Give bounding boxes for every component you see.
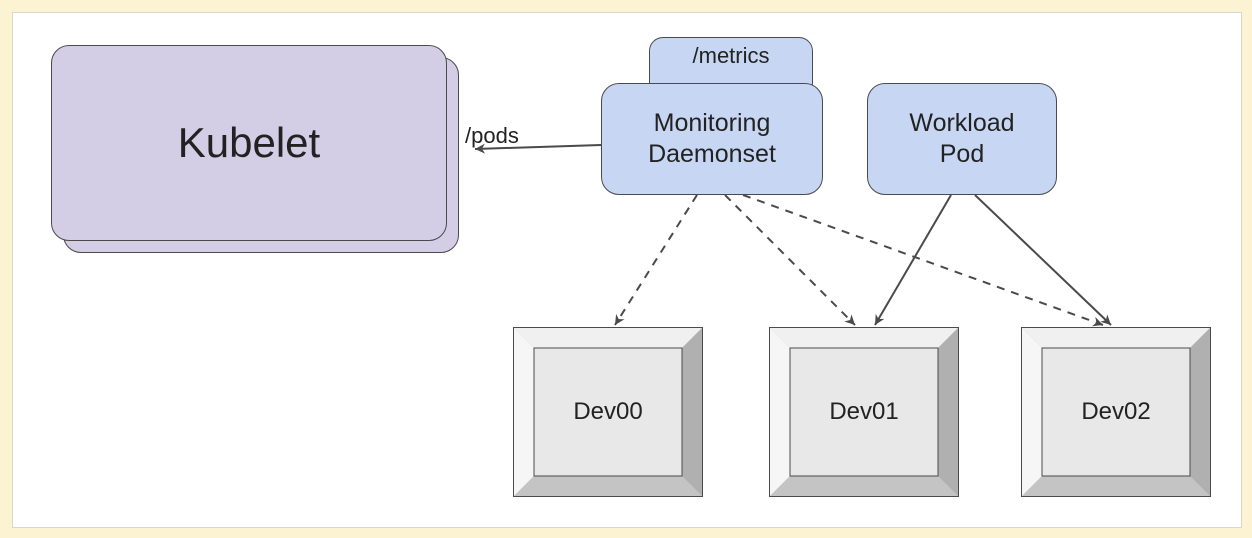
device-node-dev01: Dev01 bbox=[769, 327, 959, 497]
edge-monitoring-to-dev01 bbox=[725, 195, 855, 325]
metrics-endpoint-label: /metrics bbox=[693, 42, 770, 70]
device-node-dev00: Dev00 bbox=[513, 327, 703, 497]
device-label: Dev01 bbox=[829, 398, 898, 426]
workload-pod-label: Workload Pod bbox=[909, 108, 1014, 171]
device-label: Dev02 bbox=[1081, 398, 1150, 426]
diagram-canvas: Kubelet /metrics Monitoring Daemonset Wo… bbox=[12, 12, 1242, 528]
kubelet-node: Kubelet bbox=[51, 45, 447, 241]
device-node-dev02: Dev02 bbox=[1021, 327, 1211, 497]
edge-workload-to-dev01 bbox=[875, 195, 951, 325]
monitoring-daemonset-label: Monitoring Daemonset bbox=[648, 108, 776, 171]
pods-endpoint-label: /pods bbox=[465, 123, 519, 149]
edge-monitoring-to-dev02 bbox=[743, 195, 1103, 325]
device-label: Dev00 bbox=[573, 398, 642, 426]
kubelet-label: Kubelet bbox=[178, 117, 320, 170]
edge-workload-to-dev02 bbox=[975, 195, 1111, 325]
monitoring-daemonset-node: Monitoring Daemonset bbox=[601, 83, 823, 195]
edge-monitoring-to-dev00 bbox=[615, 195, 697, 325]
workload-pod-node: Workload Pod bbox=[867, 83, 1057, 195]
